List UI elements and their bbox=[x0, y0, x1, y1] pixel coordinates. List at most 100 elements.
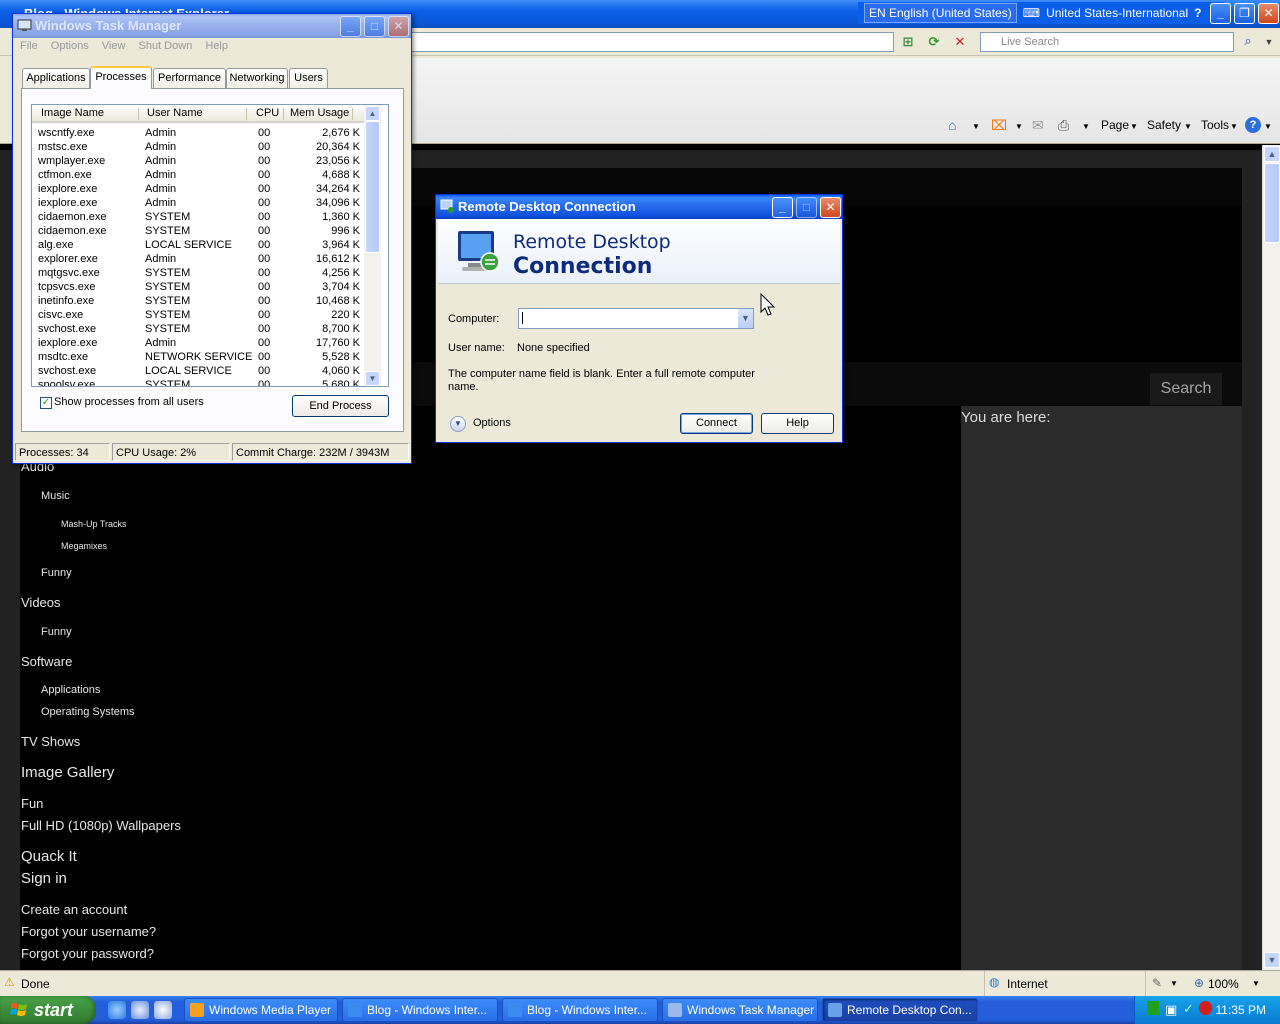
search-go-icon[interactable]: ⌕ bbox=[1238, 33, 1258, 51]
nav-link-applications[interactable]: Applications bbox=[41, 684, 100, 696]
nav-link-audio-funny[interactable]: Funny bbox=[41, 567, 72, 579]
taskbar-button-media-player[interactable]: Windows Media Player bbox=[184, 998, 338, 1022]
ie-minimize-button[interactable]: _ bbox=[1210, 3, 1231, 24]
end-process-button[interactable]: End Process bbox=[292, 395, 389, 417]
ie-restore-button[interactable]: ❐ bbox=[1234, 3, 1255, 24]
print-dropdown-icon[interactable]: ▼ bbox=[1082, 122, 1090, 131]
scroll-thumb[interactable] bbox=[365, 121, 380, 253]
task-manager-titlebar[interactable]: Windows Task Manager _ □ ✕ bbox=[13, 14, 411, 38]
options-expand-icon[interactable]: ▼ bbox=[450, 416, 466, 432]
scroll-thumb[interactable] bbox=[1264, 163, 1280, 243]
help-button[interactable]: Help bbox=[761, 413, 834, 434]
table-row[interactable]: iexplore.exe Admin 00 34,096 K bbox=[32, 197, 364, 211]
stop-icon[interactable]: ✕ bbox=[950, 33, 970, 51]
tray-monitor-icon[interactable]: ▣ bbox=[1165, 1002, 1177, 1018]
language-help-icon[interactable]: ? bbox=[1194, 6, 1201, 20]
start-button[interactable]: start bbox=[0, 996, 96, 1024]
feeds-dropdown-icon[interactable]: ▼ bbox=[1015, 122, 1023, 131]
col-image-name[interactable]: Image Name bbox=[41, 107, 104, 119]
nav-link-megamixes[interactable]: Megamixes bbox=[61, 541, 107, 551]
table-row[interactable]: mqtgsvc.exe SYSTEM 00 4,256 K bbox=[32, 267, 364, 281]
read-mail-icon[interactable]: ✉ bbox=[1032, 117, 1044, 134]
scroll-up-icon[interactable]: ▲ bbox=[365, 106, 380, 121]
table-row[interactable]: iexplore.exe Admin 00 17,760 K bbox=[32, 337, 364, 351]
tm-maximize-button[interactable]: □ bbox=[364, 16, 385, 37]
compatibility-icon[interactable]: ⊞ bbox=[898, 33, 918, 51]
nav-link-music[interactable]: Music bbox=[41, 490, 70, 502]
col-cpu[interactable]: CPU bbox=[256, 107, 279, 119]
table-row[interactable]: iexplore.exe Admin 00 34,264 K bbox=[32, 183, 364, 197]
nav-link-videos-funny[interactable]: Funny bbox=[41, 626, 72, 638]
tray-security-icon[interactable] bbox=[1199, 1001, 1212, 1015]
checkbox-checked-icon[interactable]: ✓ bbox=[40, 397, 52, 409]
nav-link-operating-systems[interactable]: Operating Systems bbox=[41, 706, 135, 718]
table-row[interactable]: explorer.exe Admin 00 16,612 K bbox=[32, 253, 364, 267]
nav-link-wallpapers[interactable]: Full HD (1080p) Wallpapers bbox=[21, 818, 181, 833]
menu-shutdown[interactable]: Shut Down bbox=[139, 40, 193, 52]
clock[interactable]: 11:35 PM bbox=[1216, 1003, 1266, 1017]
table-row[interactable]: spoolsv.exe SYSTEM 00 5,680 K bbox=[32, 379, 364, 386]
rdc-close-button[interactable]: ✕ bbox=[820, 197, 841, 218]
nav-link-tv-shows[interactable]: TV Shows bbox=[21, 734, 80, 749]
quicklaunch-media-icon[interactable] bbox=[154, 1001, 172, 1019]
language-bar[interactable]: EN English (United States) ⌨ United Stat… bbox=[858, 2, 1224, 24]
ie-vertical-scrollbar[interactable]: ▲ ▼ bbox=[1262, 145, 1280, 970]
menu-help[interactable]: Help bbox=[205, 40, 228, 52]
safety-menu[interactable]: Safety bbox=[1147, 118, 1181, 132]
ie-close-button[interactable]: ✕ bbox=[1258, 3, 1279, 24]
scroll-down-icon[interactable]: ▼ bbox=[1264, 952, 1280, 968]
zoom-level[interactable]: 100% bbox=[1208, 977, 1239, 991]
site-search-button[interactable]: Search bbox=[1150, 373, 1222, 405]
taskbar-button-ie-1[interactable]: Blog - Windows Inter... bbox=[342, 998, 498, 1022]
table-row[interactable]: cidaemon.exe SYSTEM 00 1,360 K bbox=[32, 211, 364, 225]
taskbar-button-remote-desktop[interactable]: Remote Desktop Con... bbox=[822, 998, 978, 1022]
rdc-maximize-button[interactable]: □ bbox=[796, 197, 817, 218]
table-row[interactable]: cidaemon.exe SYSTEM 00 996 K bbox=[32, 225, 364, 239]
nav-link-mashup-tracks[interactable]: Mash-Up Tracks bbox=[61, 519, 127, 529]
quicklaunch-outlook-icon[interactable] bbox=[131, 1001, 149, 1019]
table-row[interactable]: inetinfo.exe SYSTEM 00 10,468 K bbox=[32, 295, 364, 309]
nav-link-software[interactable]: Software bbox=[21, 654, 72, 669]
tab-processes[interactable]: Processes bbox=[90, 66, 152, 89]
tools-menu[interactable]: Tools bbox=[1201, 118, 1229, 132]
tab-users[interactable]: Users bbox=[289, 68, 328, 88]
menu-file[interactable]: File bbox=[20, 40, 38, 52]
zoom-dropdown-icon[interactable]: ▼ bbox=[1252, 979, 1260, 988]
process-list[interactable]: Image Name User Name CPU Mem Usage wscnt… bbox=[31, 104, 389, 387]
home-icon[interactable]: ⌂ bbox=[948, 117, 956, 133]
menu-view[interactable]: View bbox=[102, 40, 126, 52]
table-row[interactable]: tcpsvcs.exe SYSTEM 00 3,704 K bbox=[32, 281, 364, 295]
table-row[interactable]: wmplayer.exe Admin 00 23,056 K bbox=[32, 155, 364, 169]
page-menu[interactable]: Page bbox=[1101, 118, 1129, 132]
table-row[interactable]: svchost.exe LOCAL SERVICE 00 4,060 K bbox=[32, 365, 364, 379]
scroll-up-icon[interactable]: ▲ bbox=[1264, 146, 1280, 162]
feeds-icon[interactable]: ⌧ bbox=[991, 117, 1007, 134]
menu-options[interactable]: Options bbox=[51, 40, 89, 52]
taskbar-button-task-manager[interactable]: Windows Task Manager bbox=[662, 998, 818, 1022]
computer-dropdown-icon[interactable]: ▼ bbox=[737, 309, 753, 328]
table-row[interactable]: svchost.exe SYSTEM 00 8,700 K bbox=[32, 323, 364, 337]
help-icon[interactable]: ? bbox=[1245, 117, 1261, 133]
tm-minimize-button[interactable]: _ bbox=[340, 16, 361, 37]
table-row[interactable]: alg.exe LOCAL SERVICE 00 3,964 K bbox=[32, 239, 364, 253]
scroll-down-icon[interactable]: ▼ bbox=[365, 371, 380, 386]
taskbar-button-ie-2[interactable]: Blog - Windows Inter... bbox=[502, 998, 658, 1022]
rdc-titlebar[interactable]: Remote Desktop Connection _ □ ✕ bbox=[436, 195, 842, 219]
address-input[interactable]: ▼ bbox=[410, 32, 894, 52]
nav-link-videos[interactable]: Videos bbox=[21, 595, 61, 610]
zoom-segment[interactable]: ✎ ▼ ⊕ 100% ▼ bbox=[1145, 971, 1280, 997]
search-options-icon[interactable]: ▼ bbox=[1262, 33, 1276, 51]
table-row[interactable]: mstsc.exe Admin 00 20,364 K bbox=[32, 141, 364, 155]
nav-link-fun[interactable]: Fun bbox=[21, 796, 43, 811]
live-search-input[interactable]: Live Search bbox=[980, 32, 1234, 52]
col-mem-usage[interactable]: Mem Usage bbox=[290, 107, 349, 119]
create-account-link[interactable]: Create an account bbox=[21, 902, 127, 917]
rdc-minimize-button[interactable]: _ bbox=[772, 197, 793, 218]
table-row[interactable]: wscntfy.exe Admin 00 2,676 K bbox=[32, 127, 364, 141]
process-list-scrollbar[interactable]: ▲ ▼ bbox=[364, 105, 381, 386]
connect-button[interactable]: Connect bbox=[680, 413, 753, 434]
forgot-password-link[interactable]: Forgot your password? bbox=[21, 946, 154, 961]
tm-close-button[interactable]: ✕ bbox=[388, 16, 409, 37]
refresh-icon[interactable]: ⟳ bbox=[924, 33, 944, 51]
tab-networking[interactable]: Networking bbox=[226, 68, 288, 88]
